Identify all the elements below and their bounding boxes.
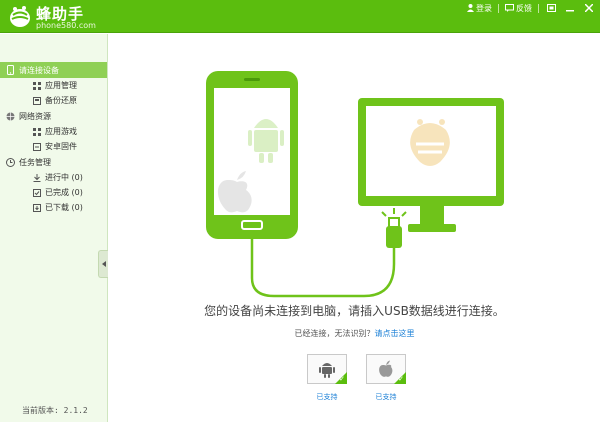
sidebar-item-completed[interactable]: 已完成 (0) (0, 185, 107, 200)
help-link[interactable]: 请点击这里 (375, 329, 415, 338)
phone-illustration (206, 71, 298, 239)
sidebar-group-tasks[interactable]: 任务管理 (0, 154, 107, 170)
sidebar-item-firmware[interactable]: 安卓固件 (0, 139, 107, 154)
done-icon (32, 188, 41, 197)
download-icon (32, 173, 41, 182)
connect-illustration (206, 71, 504, 298)
sidebar-item-apps-games[interactable]: 应用游戏 (0, 124, 107, 139)
sidebar-item-backup[interactable]: 备份还原 (0, 93, 107, 108)
backup-icon (32, 96, 41, 105)
check-icon: ✓ (339, 375, 345, 383)
version-text: 当前版本: 2.1.2 (22, 406, 88, 415)
close-button[interactable] (582, 3, 596, 14)
login-label: 登录 (476, 3, 492, 13)
sidebar-group-label: 任务管理 (19, 157, 51, 167)
usb-plug-illustration (381, 208, 407, 248)
title-bar: 蜂助手 phone580.com 登录 反馈 (0, 0, 600, 33)
monitor-illustration (358, 98, 504, 232)
sidebar-item-label: 已完成 (0) (45, 188, 83, 197)
app-domain: phone580.com (36, 21, 96, 30)
android-icon (319, 363, 335, 378)
task-icon (5, 157, 15, 167)
sidebar-item-in-progress[interactable]: 进行中 (0) (0, 170, 107, 185)
sidebar: 请连接设备 应用管理 备份还原 网络资源 应用游戏 安卓固件 任务管理 进行中 … (0, 34, 108, 422)
sidebar-item-label: 应用游戏 (45, 127, 77, 136)
minimize-icon (566, 10, 574, 12)
sidebar-item-label: 进行中 (0) (45, 173, 83, 182)
apps-icon (32, 127, 41, 136)
apple-icon (379, 360, 393, 377)
sidebar-item-label: 安卓固件 (45, 142, 77, 151)
sidebar-collapse-handle[interactable] (98, 250, 108, 278)
sidebar-group-connect-device[interactable]: 请连接设备 (0, 62, 107, 78)
top-right-controls: 登录 反馈 (461, 2, 596, 14)
android-supported-label: 已支持 (316, 393, 338, 401)
sidebar-item-downloaded[interactable]: 已下载 (0) (0, 200, 107, 215)
divider (498, 3, 499, 13)
feedback-icon (505, 4, 514, 12)
check-icon: ✓ (398, 375, 404, 383)
help-prefix: 已经连接，无法识别？ (294, 329, 375, 338)
firmware-icon (32, 142, 41, 151)
divider (538, 3, 539, 13)
bee-logo-icon (10, 6, 30, 27)
user-icon (467, 4, 474, 12)
sidebar-group-network[interactable]: 网络资源 (0, 108, 107, 124)
sidebar-group-label: 请连接设备 (19, 65, 59, 75)
android-support-button[interactable]: ✓ (307, 354, 347, 384)
sidebar-item-label: 应用管理 (45, 81, 77, 90)
feedback-link[interactable]: 反馈 (505, 3, 532, 14)
help-line: 已经连接，无法识别？请点击这里 (109, 328, 600, 339)
skin-icon (546, 4, 556, 12)
globe-icon (5, 111, 15, 121)
sidebar-item-app-manage[interactable]: 应用管理 (0, 78, 107, 93)
phone-icon (5, 65, 15, 75)
close-icon (585, 4, 593, 12)
ios-support-button[interactable]: ✓ (366, 354, 406, 384)
not-connected-message: 您的设备尚未连接到电脑，请插入USB数据线进行连接。 (204, 304, 505, 318)
sidebar-group-label: 网络资源 (19, 111, 51, 121)
ios-supported-label: 已支持 (375, 393, 397, 401)
login-link[interactable]: 登录 (467, 3, 492, 14)
main-content: 您的设备尚未连接到电脑，请插入USB数据线进行连接。 已经连接，无法识别？请点击… (109, 34, 600, 422)
usb-cable-illustration (250, 239, 396, 298)
sidebar-item-label: 已下载 (0) (45, 203, 83, 212)
downloaded-icon (32, 203, 41, 212)
feedback-label: 反馈 (516, 3, 532, 13)
minimize-button[interactable] (563, 3, 577, 14)
chevron-left-icon (101, 261, 106, 267)
sidebar-item-label: 备份还原 (45, 96, 77, 105)
skin-button[interactable] (544, 3, 558, 14)
grid-icon (32, 81, 41, 90)
